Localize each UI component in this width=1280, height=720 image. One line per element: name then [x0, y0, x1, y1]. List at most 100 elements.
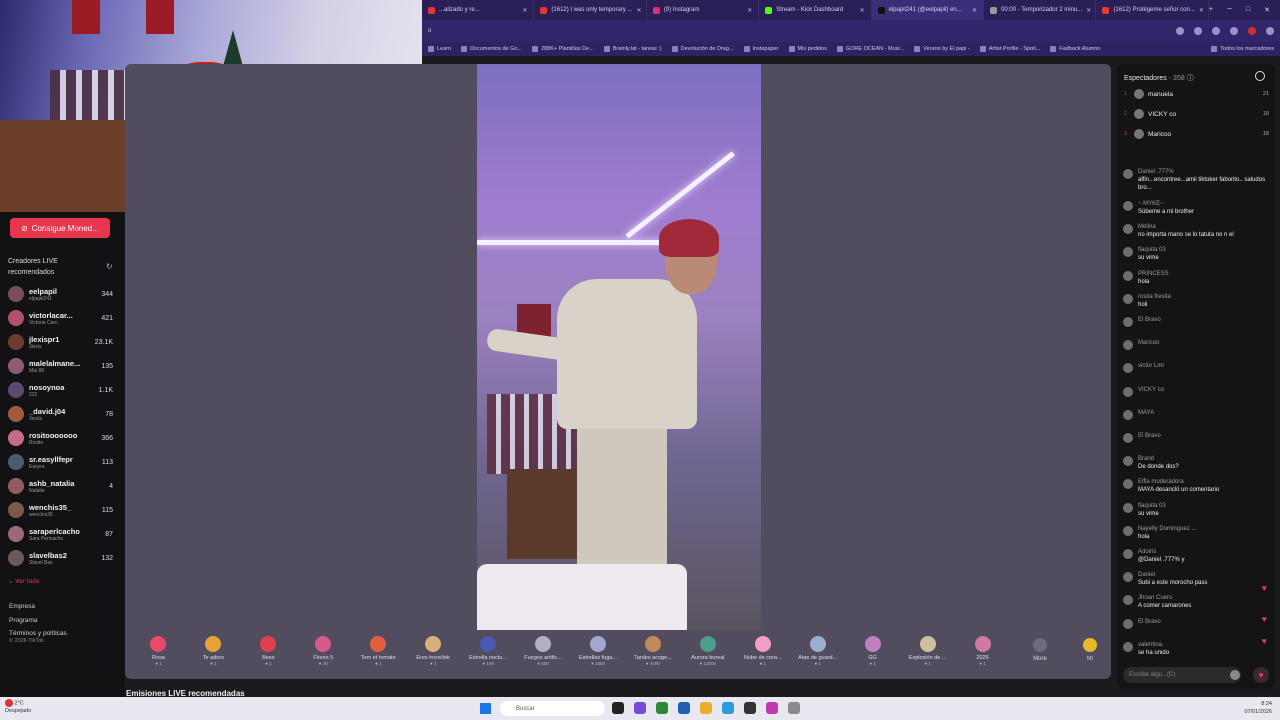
close-icon[interactable]: ✕ [747, 7, 752, 14]
gear-icon[interactable] [1255, 71, 1265, 81]
gift-item[interactable]: Flores 5 ● 30 [296, 630, 351, 678]
gift-item[interactable]: Nube de cora... ● 1 [735, 630, 790, 678]
bookmark[interactable]: Learn [428, 46, 451, 52]
chat-message[interactable]: Daniel Subi a este morocho pass [1123, 571, 1271, 587]
bookmark[interactable]: Instapaper [743, 46, 779, 52]
browser-tab[interactable]: ...alizado y re... ✕ [422, 0, 535, 20]
new-tab-icon[interactable]: + [1209, 6, 1213, 14]
copilot-icon[interactable] [634, 702, 646, 714]
gift-item[interactable]: Explosión de ... ● 1 [900, 630, 955, 678]
see-all-link[interactable]: ⌄ Ver todo [8, 577, 39, 585]
chat-message[interactable]: VICKY co [1123, 386, 1271, 397]
window-close-icon[interactable]: ✕ [1264, 6, 1270, 14]
creator-item[interactable]: sr.easyllfepr Easyra 113 [0, 450, 125, 474]
more-gifts-button[interactable]: More [1010, 630, 1070, 678]
creator-item[interactable]: slavelbas2 Slavel Bas 132 [0, 546, 125, 570]
chat-message[interactable]: Melina no importa mano se lo tatuta no n … [1123, 223, 1271, 239]
bookmark[interactable]: GORE OCEAN - Musi... [836, 46, 904, 52]
extension-icon[interactable] [1212, 27, 1220, 35]
chat-input[interactable]: Escribe algo...(C) [1123, 667, 1241, 683]
folder-icon[interactable] [700, 702, 712, 714]
gift-item[interactable]: Estrella noctu... ● 199 [461, 630, 516, 678]
like-button[interactable]: ♥ [1253, 667, 1269, 683]
close-icon[interactable]: ✕ [636, 7, 641, 14]
all-bookmarks[interactable]: Todos los marcadores [1211, 46, 1274, 52]
creator-item[interactable]: eelpapil elpapil241 344 [0, 282, 125, 306]
taskbar-search[interactable]: Buscar [500, 701, 605, 716]
close-icon[interactable]: ✕ [522, 7, 527, 14]
app-icon[interactable] [788, 702, 800, 714]
chat-message[interactable]: victor Lmr [1123, 362, 1271, 374]
creator-item[interactable]: malelalmane... Mai 88 135 [0, 354, 125, 378]
start-button[interactable] [480, 703, 491, 714]
gift-item[interactable]: Rosa ● 1 [131, 630, 186, 678]
close-icon[interactable]: ✕ [1086, 7, 1091, 14]
gift-item[interactable]: Tardes acoge... ● 4000 [625, 630, 680, 678]
chat-message[interactable]: Maricoo [1123, 339, 1271, 351]
weather-widget[interactable]: 2°C Despejado [5, 699, 31, 715]
top-viewer[interactable]: 2 VICKY co 18 [1124, 106, 1269, 122]
refresh-icon[interactable]: ↻ [106, 262, 113, 271]
chat-message[interactable]: rosita fresita holi [1123, 293, 1271, 309]
chat-message[interactable]: Adoiris @Daniel .777% y [1123, 548, 1271, 564]
bookmark[interactable]: Verano by El papi - [914, 46, 970, 52]
chat-message[interactable]: Nayelly Dominguez ... hola [1123, 525, 1271, 541]
maximize-icon[interactable]: □ [1246, 6, 1250, 14]
browser-tab[interactable]: (1612) I was only temporary ... ✕ [534, 0, 647, 20]
gift-item[interactable]: 2026 ● 1 [955, 630, 1010, 678]
chat-message[interactable]: El Bravo [1123, 432, 1271, 443]
chat-message[interactable]: flaquita 03 su vime [1123, 246, 1271, 262]
gift-item[interactable]: Fuegos artific... ● 500 [516, 630, 571, 678]
app-icon[interactable] [744, 702, 756, 714]
chat-message[interactable]: valentina. se ha unido [1123, 641, 1271, 657]
chat-message[interactable]: El Bravo [1123, 316, 1271, 327]
chat-message[interactable]: Elfla moderadora MAYA desancló un comenta… [1123, 478, 1271, 494]
chat-message[interactable]: ~ MYKE~ Súbeme a mi brother [1123, 200, 1271, 216]
bookmark[interactable]: Devolución de Drag... [671, 46, 734, 52]
viewers-header[interactable]: Espectadores · 358 ⓘ [1124, 73, 1194, 83]
top-viewer[interactable]: 1 manuela 21 [1124, 86, 1269, 102]
chat-message[interactable]: Jhoan Cuero A comer camarones [1123, 594, 1271, 610]
star-icon[interactable] [1176, 27, 1184, 35]
bookmark[interactable]: Artist Profile - Spoti... [979, 46, 1040, 52]
creator-item[interactable]: ashb_natalia Natalia 4 [0, 474, 125, 498]
live-video[interactable] [477, 64, 761, 630]
app-icon[interactable] [678, 702, 690, 714]
chat-message[interactable]: Daniel .777% alfin...encontree...amii tik… [1123, 168, 1271, 192]
close-icon[interactable]: ✕ [1199, 7, 1204, 14]
extension-icon[interactable] [1230, 27, 1238, 35]
chat-message[interactable]: Brand De donde dos? [1123, 455, 1271, 471]
app-icon[interactable] [766, 702, 778, 714]
chat-message[interactable]: flaquita 03 su vime [1123, 502, 1271, 518]
creator-item[interactable]: saraperlcacho Sara Pericacho 87 [0, 522, 125, 546]
bookmark[interactable]: Brainly.lat - tareas :) [603, 46, 662, 52]
company-link[interactable]: Empresa [9, 600, 67, 614]
close-icon[interactable]: ✕ [972, 7, 977, 14]
system-tray-clock[interactable]: 8:24 07/01/2026 [1244, 700, 1272, 716]
app-icon[interactable] [722, 702, 734, 714]
gift-item[interactable]: Aurora boreal ● 12000 [680, 630, 735, 678]
creator-item[interactable]: rositooooooo Rosito 366 [0, 426, 125, 450]
gift-item[interactable]: Atas de guard... ● 1 [790, 630, 845, 678]
extension-icon[interactable] [1194, 27, 1202, 35]
info-icon[interactable]: ⓘ [1187, 75, 1194, 82]
bookmark[interactable]: Fadback Alumno [1050, 46, 1100, 52]
task-view-icon[interactable] [612, 702, 624, 714]
creator-item[interactable]: jlexispr1 Jlexis 23.1K [0, 330, 125, 354]
browser-tab[interactable]: Stream - Kick Dashboard ✕ [759, 0, 872, 20]
gift-item[interactable]: Estrellas fuga... ● 1500 [571, 630, 626, 678]
profile-avatar[interactable] [1248, 27, 1256, 35]
bookmark[interactable]: 288K+ Plantillas De... [532, 46, 594, 52]
gift-item[interactable]: Te adoro ● 1 [186, 630, 241, 678]
top-viewer[interactable]: 3 Maricoo 18 [1124, 126, 1269, 142]
bookmark[interactable]: Documentos de Go... [461, 46, 522, 52]
creator-item[interactable]: wenchis35_ wenchis35 115 [0, 498, 125, 522]
minimize-icon[interactable]: ─ [1227, 6, 1232, 14]
browser-tab[interactable]: (9) Instagram ✕ [647, 0, 760, 20]
creator-item[interactable]: nosoynoa 222 1.1K [0, 378, 125, 402]
creator-item[interactable]: _david.j04 Jesús 78 [0, 402, 125, 426]
gift-item[interactable]: GG ● 1 [845, 630, 900, 678]
program-link[interactable]: Programa [9, 614, 67, 628]
browser-tab[interactable]: 00:00 - Temporizador 2 minu... ✕ [984, 0, 1097, 20]
address-bar[interactable]: o [422, 20, 1280, 42]
